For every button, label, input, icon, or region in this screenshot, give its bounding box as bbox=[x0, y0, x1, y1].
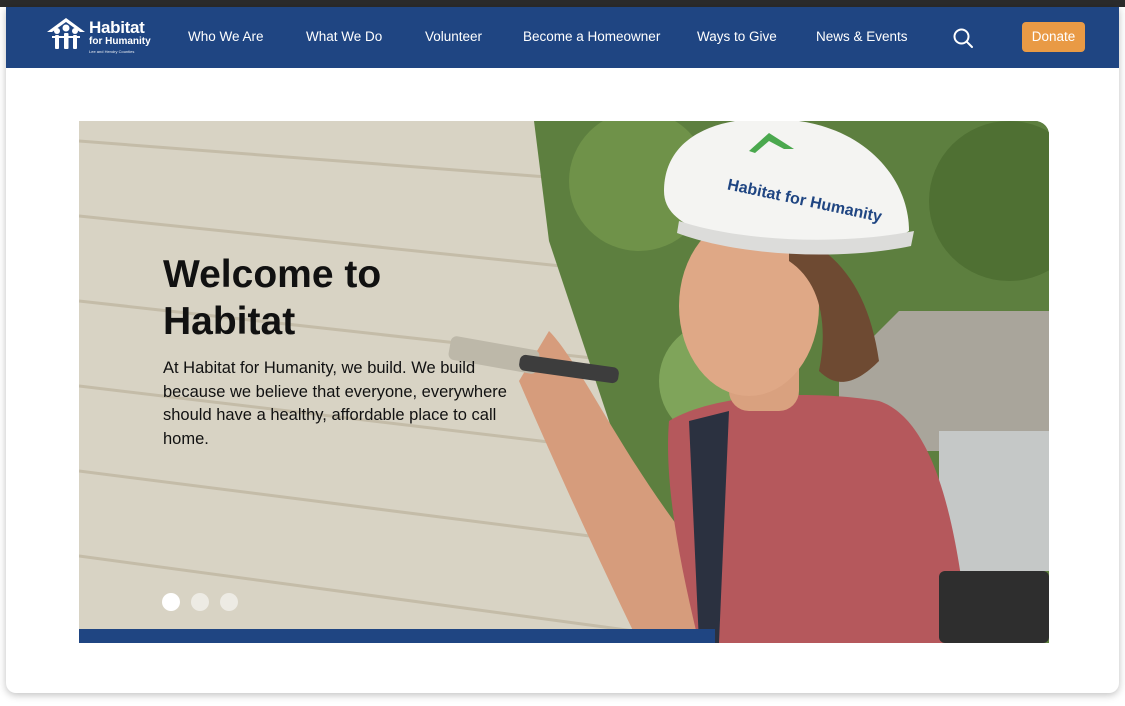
donate-button[interactable]: Donate bbox=[1022, 22, 1085, 52]
nav-ways-to-give[interactable]: Ways to Give bbox=[697, 29, 777, 44]
page-frame: Habitat for Humanity Lee and Hendry Coun… bbox=[6, 7, 1119, 693]
carousel-dot-3[interactable] bbox=[220, 593, 238, 611]
nav-volunteer[interactable]: Volunteer bbox=[425, 29, 482, 44]
site-header: Habitat for Humanity Lee and Hendry Coun… bbox=[6, 7, 1119, 68]
hero-description: At Habitat for Humanity, we build. We bu… bbox=[163, 359, 507, 448]
carousel-dot-1[interactable] bbox=[162, 593, 180, 611]
hero-accent-bar bbox=[79, 629, 715, 643]
search-button[interactable] bbox=[951, 26, 975, 50]
logo-name: Habitat bbox=[89, 18, 145, 37]
hero-banner: Habitat for Humanity Welcome to Habitat … bbox=[79, 121, 1049, 643]
nav-become-a-homeowner[interactable]: Become a Homeowner bbox=[523, 29, 660, 44]
logo-subtitle: for Humanity bbox=[89, 36, 151, 47]
habitat-logo[interactable]: Habitat for Humanity Lee and Hendry Coun… bbox=[46, 15, 151, 59]
nav-what-we-do[interactable]: What We Do bbox=[306, 29, 382, 44]
search-icon bbox=[953, 28, 973, 48]
browser-top-strip bbox=[0, 0, 1125, 7]
habitat-house-people-icon bbox=[47, 18, 85, 49]
logo-tagline: Lee and Hendry Counties bbox=[89, 49, 135, 54]
carousel-dot-2[interactable] bbox=[191, 593, 209, 611]
nav-news-and-events[interactable]: News & Events bbox=[816, 29, 908, 44]
nav-who-we-are[interactable]: Who We Are bbox=[188, 29, 264, 44]
hero-title: Welcome to Habitat bbox=[163, 253, 382, 343]
